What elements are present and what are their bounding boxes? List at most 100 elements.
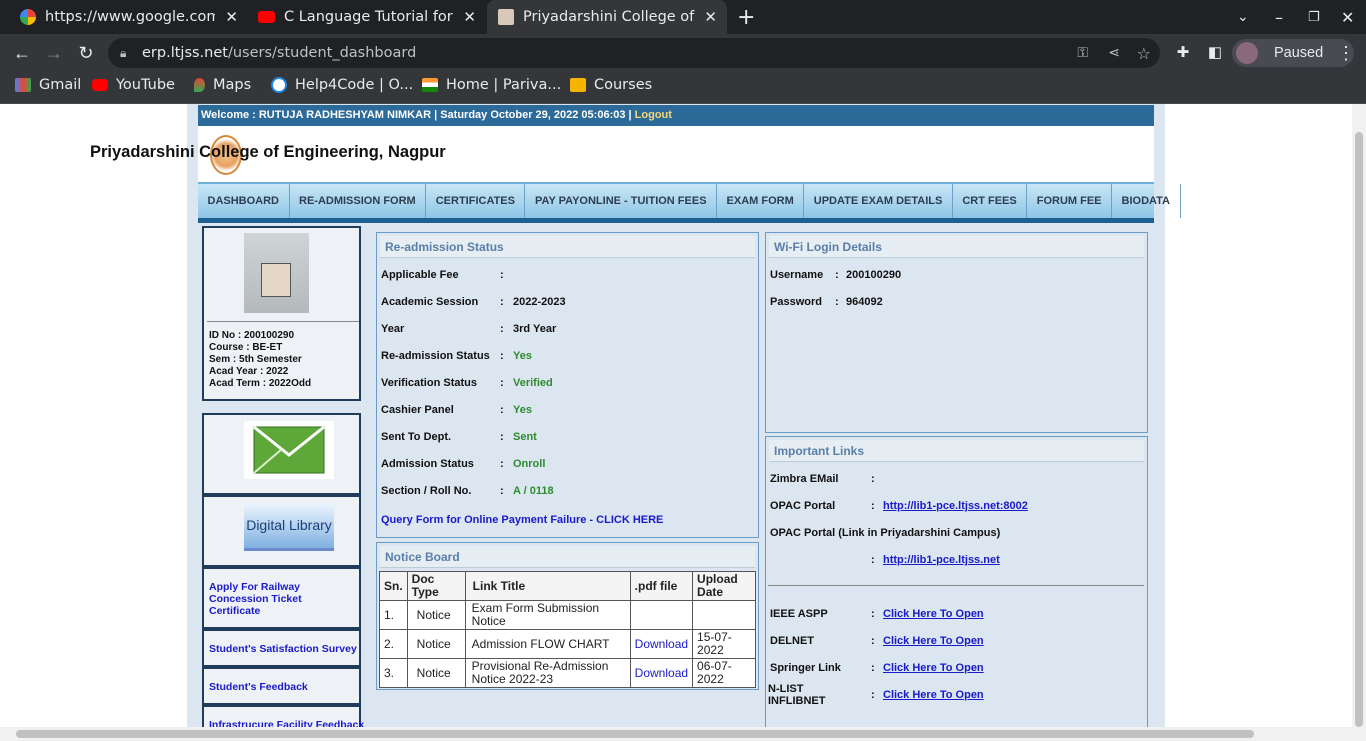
key-icon[interactable]: ⚿	[1077, 45, 1088, 61]
window-close-icon[interactable]: ✕	[1341, 0, 1354, 34]
opac-campus-link[interactable]: http://lib1-pce.ltjss.net	[883, 554, 1000, 566]
reload-icon[interactable]: ↻	[74, 42, 98, 64]
menu-crt-fees[interactable]: CRT FEES	[953, 184, 1028, 218]
student-feedback-link[interactable]: Student's Feedback	[209, 681, 308, 693]
table-row: 2. Notice Admission FLOW CHART Download …	[379, 629, 756, 659]
wifi-password: 964092	[846, 296, 883, 308]
colon: :	[500, 458, 504, 470]
cell-link-title[interactable]: Exam Form Submission Notice	[464, 600, 631, 630]
infrastructure-feedback-link[interactable]: Infrastrucure Facility Feedback	[209, 719, 364, 727]
student-acad-term: Acad Term : 2022Odd	[209, 378, 312, 389]
colon: :	[500, 296, 504, 308]
minimize-icon[interactable]: –	[1275, 0, 1283, 34]
bookmark-star-icon[interactable]: ☆	[1137, 44, 1151, 63]
links-title: Important Links	[769, 440, 1144, 462]
bookmark-gmail[interactable]: Gmail	[15, 77, 81, 93]
youtube-icon	[258, 11, 275, 23]
cell-link-title[interactable]: Provisional Re-Admission Notice 2022-23	[464, 658, 631, 688]
student-id: ID No : 200100290	[209, 330, 295, 341]
scroll-thumb[interactable]	[1355, 132, 1363, 727]
close-icon[interactable]: ✕	[225, 8, 238, 26]
bookmark-label: Maps	[213, 77, 252, 93]
tab-google[interactable]: https://www.google.com ✕	[8, 0, 248, 34]
vertical-scrollbar[interactable]	[1352, 104, 1366, 727]
menu-exam-form[interactable]: EXAM FORM	[717, 184, 805, 218]
col-doc-type: Doc Type	[406, 571, 466, 601]
tab-priyadarshini[interactable]: Priyadarshini College of E ✕	[487, 0, 727, 34]
colon: :	[500, 323, 504, 335]
bookmark-maps[interactable]: Maps	[194, 77, 251, 93]
menu-forum-fee[interactable]: FORUM FEE	[1027, 184, 1113, 218]
cell-link-title[interactable]: Admission FLOW CHART	[464, 629, 631, 659]
web-page: Welcome : RUTUJA RADHESHYAM NIMKAR | Sat…	[0, 104, 1366, 727]
student-info: ID No : 200100290 Course : BE-ET Sem : 5…	[209, 330, 311, 390]
colon: :	[871, 473, 875, 485]
menu-dashboard[interactable]: DASHBOARD	[198, 184, 290, 218]
delnet-link[interactable]: Click Here To Open	[883, 635, 984, 647]
maximize-icon[interactable]: ❐	[1308, 0, 1320, 34]
payment-failure-query-link[interactable]: Query Form for Online Payment Failure - …	[381, 514, 663, 526]
bookmark-parivahan[interactable]: Home | Pariva...	[422, 77, 561, 93]
bookmark-help4code[interactable]: Help4Code | O...	[271, 77, 413, 93]
bookmark-label: YouTube	[116, 77, 175, 93]
table-row: 1. Notice Exam Form Submission Notice	[379, 600, 756, 630]
scroll-thumb[interactable]	[16, 730, 1254, 738]
cell-doc-type: Notice	[406, 629, 466, 659]
menu-kebab-icon[interactable]: ⋮	[1334, 42, 1358, 64]
zimbra-label: Zimbra EMail	[770, 473, 839, 485]
new-tab-button[interactable]: +	[737, 0, 759, 34]
student-sem: Sem : 5th Semester	[209, 354, 302, 365]
side-panel-icon[interactable]: ◧	[1203, 42, 1227, 64]
nlist-label: N-LIST INFLIBNET	[768, 683, 826, 707]
menu-readmission-form[interactable]: RE-ADMISSION FORM	[290, 184, 427, 218]
bookmark-label: Home | Pariva...	[446, 77, 562, 93]
cell-download[interactable]	[629, 600, 694, 630]
close-icon[interactable]: ✕	[463, 8, 476, 26]
readmission-value: Sent	[513, 431, 537, 443]
cell-download[interactable]: Download	[629, 629, 694, 659]
india-flag-icon	[422, 78, 438, 92]
cell-sn: 2.	[379, 629, 408, 659]
extensions-icon[interactable]: ✚	[1171, 42, 1195, 64]
address-bar[interactable]: 🔒︎ erp.ltjss.net /users/student_dashboar…	[108, 38, 1160, 68]
ieee-link[interactable]: Click Here To Open	[883, 608, 984, 620]
forward-icon[interactable]: →	[42, 42, 66, 64]
readmission-value: A / 0118	[513, 485, 554, 497]
envelope-icon[interactable]	[244, 421, 334, 479]
classroom-icon	[570, 78, 586, 92]
cell-download[interactable]: Download	[629, 658, 694, 688]
readmission-value: Verified	[513, 377, 553, 389]
satisfaction-survey-link[interactable]: Student's Satisfaction Survey	[209, 643, 357, 655]
welcome-text: Welcome : RUTUJA RADHESHYAM NIMKAR | Sat…	[201, 109, 632, 121]
opac-label: OPAC Portal	[770, 500, 836, 512]
welcome-bar: Welcome : RUTUJA RADHESHYAM NIMKAR | Sat…	[198, 105, 1154, 126]
bookmark-courses[interactable]: Courses	[570, 77, 652, 93]
bookmark-youtube[interactable]: YouTube	[92, 77, 175, 93]
menu-certificates[interactable]: CERTIFICATES	[426, 184, 526, 218]
tab-search-icon[interactable]: ⌄	[1237, 0, 1249, 34]
tab-c-tutorial[interactable]: C Language Tutorial for B ✕	[248, 0, 486, 34]
menu-biodata[interactable]: BIODATA	[1112, 184, 1181, 218]
share-icon[interactable]: ⋖	[1108, 45, 1120, 61]
horizontal-scrollbar[interactable]	[0, 727, 1366, 741]
colon: :	[500, 377, 504, 389]
colon: :	[871, 662, 875, 674]
readmission-title: Re-admission Status	[380, 236, 755, 258]
digital-library-button[interactable]: Digital Library	[244, 503, 334, 551]
colon: :	[871, 635, 875, 647]
colon: :	[500, 431, 504, 443]
menu-update-exam-details[interactable]: UPDATE EXAM DETAILS	[804, 184, 953, 218]
springer-link[interactable]: Click Here To Open	[883, 662, 984, 674]
tab-title: Priyadarshini College of E	[523, 9, 695, 25]
railway-concession-link[interactable]: Apply For Railway Concession Ticket Cert…	[209, 581, 349, 617]
cell-doc-type: Notice	[406, 600, 466, 630]
gmail-icon	[15, 78, 31, 92]
logout-link[interactable]: Logout	[635, 109, 672, 121]
youtube-icon	[92, 79, 108, 91]
back-icon[interactable]: ←	[10, 42, 34, 64]
nlist-link[interactable]: Click Here To Open	[883, 689, 984, 701]
wifi-username: 200100290	[846, 269, 902, 281]
opac-link[interactable]: http://lib1-pce.ltjss.net:8002	[883, 500, 1028, 512]
menu-pay-online[interactable]: PAY PAYONLINE - TUITION FEES	[525, 184, 718, 218]
close-icon[interactable]: ✕	[704, 8, 717, 26]
